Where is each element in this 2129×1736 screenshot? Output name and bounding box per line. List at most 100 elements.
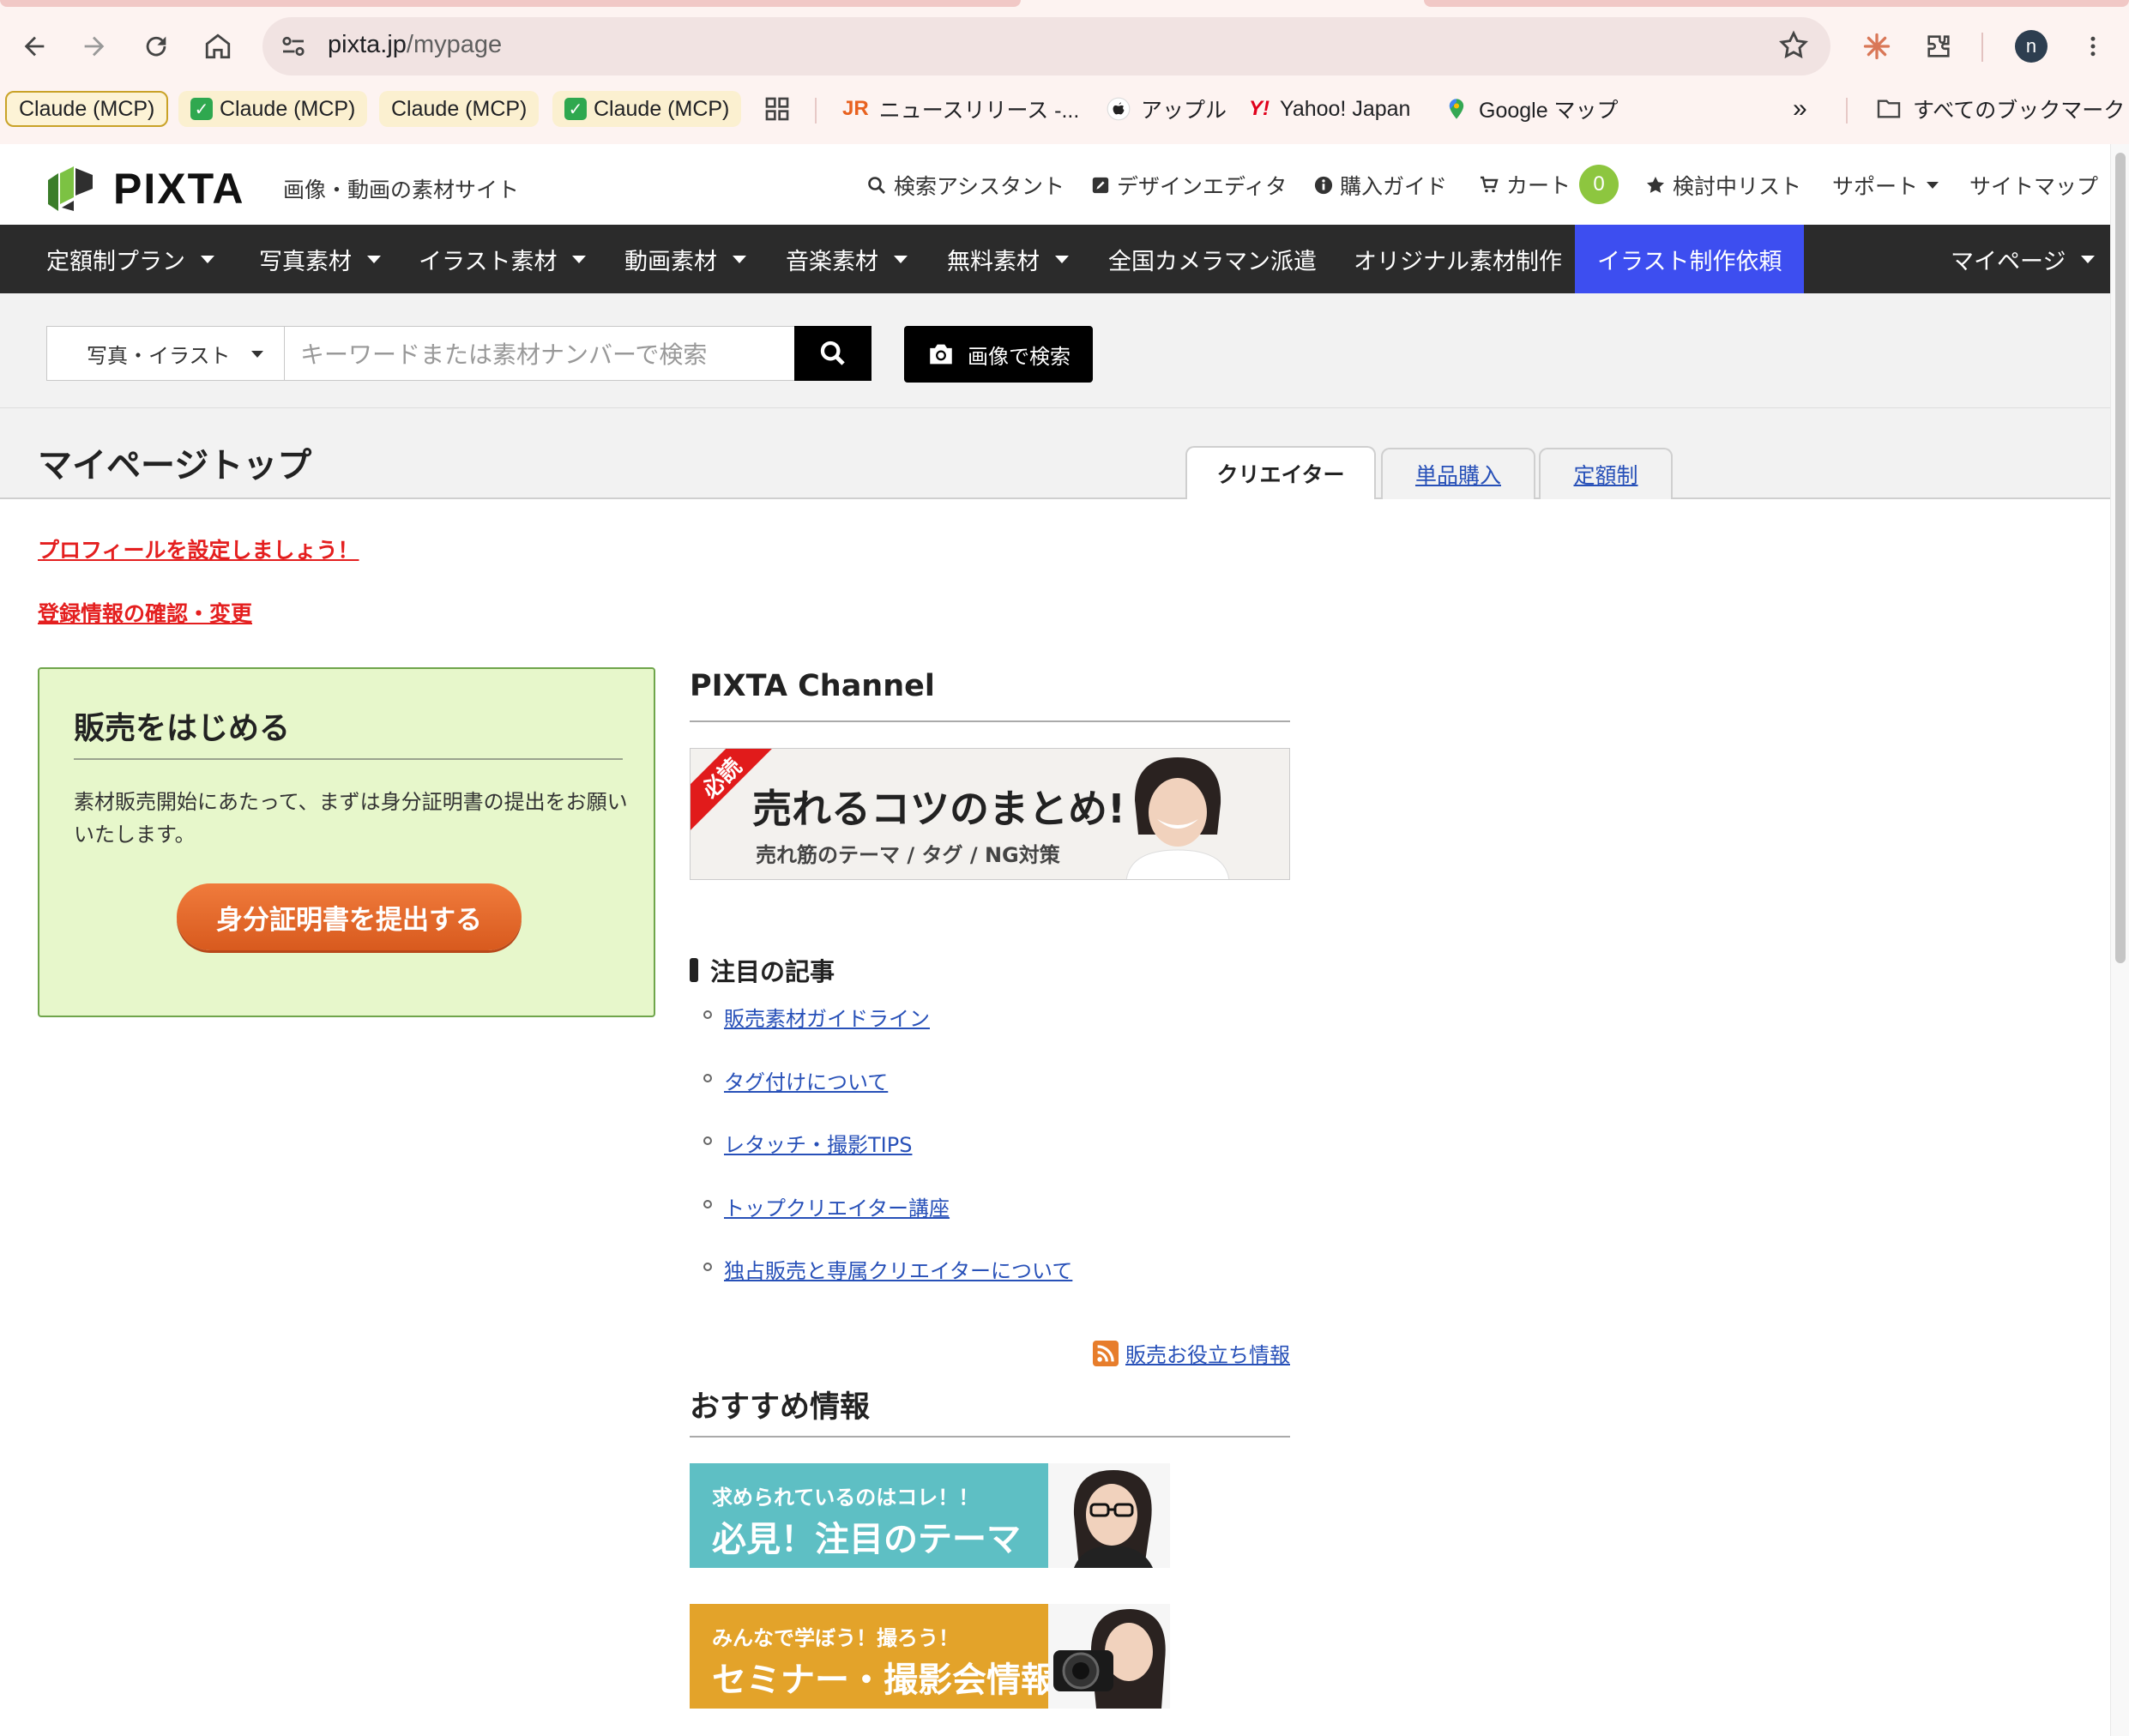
wishlist-link[interactable]: 検討中リスト (1645, 170, 1801, 201)
support-menu[interactable]: サポート (1832, 170, 1939, 201)
nav-subscription-plan[interactable]: 定額制プラン (46, 225, 214, 293)
list-item: トップクリエイター講座 (703, 1191, 1072, 1255)
submit-id-label: 身分証明書を提出する (216, 904, 482, 936)
design-editor-link[interactable]: デザインエディタ (1091, 170, 1287, 201)
search-scope-value: 写真・イラスト (87, 343, 231, 368)
heading-marker (690, 958, 698, 982)
nav-mypage[interactable]: マイページ (1951, 225, 2096, 293)
caret-down-icon (201, 255, 214, 263)
browser-menu-button[interactable] (2074, 27, 2112, 65)
site-header: PIXTA 画像・動画の素材サイト 検索アシスタント デザインエディタ 購入ガイ… (0, 144, 2110, 225)
bookmark-claude-mcp-2[interactable]: ✓ Claude (MCP) (178, 91, 368, 127)
claude-extension-button[interactable] (1858, 27, 1896, 65)
nav-free[interactable]: 無料素材 (947, 225, 1069, 293)
bullet-icon (703, 1199, 712, 1209)
forward-button[interactable] (75, 27, 113, 65)
nav-photos[interactable]: 写真素材 (259, 225, 381, 293)
woman-photo-icon (1125, 757, 1230, 879)
back-button[interactable] (15, 27, 53, 65)
bookmark-jr-news[interactable]: JR ニュースリリース -... (842, 91, 1079, 127)
home-button[interactable] (199, 27, 237, 65)
nav-music[interactable]: 音楽素材 (786, 225, 908, 293)
extensions-button[interactable] (1920, 27, 1957, 65)
featured-articles-list: 販売素材ガイドライン タグ付けについて レタッチ・撮影TIPS トップクリエイタ… (703, 1002, 1072, 1317)
submit-id-button[interactable]: 身分証明書を提出する (177, 883, 522, 950)
search-button[interactable] (794, 326, 872, 381)
url-path: /mypage (406, 31, 503, 58)
list-item: 独占販売と専属クリエイターについて (703, 1254, 1072, 1317)
scrollbar-thumb[interactable] (2115, 153, 2126, 963)
account-info-link[interactable]: 登録情報の確認・変更 (38, 597, 252, 628)
search-assistant-link[interactable]: 検索アシスタント (866, 170, 1064, 201)
pixta-logo[interactable]: PIXTA (45, 163, 245, 214)
bookmark-google-maps[interactable]: Google マップ (1444, 91, 1619, 127)
nav-videos[interactable]: 動画素材 (624, 225, 746, 293)
nav-illustrations[interactable]: イラスト素材 (419, 225, 587, 293)
page-scrollbar[interactable] (2110, 144, 2129, 1736)
seminar-info-banner[interactable]: みんなで学ぼう！撮ろう！ セミナー・撮影会情報 (690, 1604, 1170, 1709)
cart-link[interactable]: カート 0 (1479, 165, 1619, 204)
bullet-icon (703, 1263, 712, 1271)
design-editor-label: デザインエディタ (1117, 174, 1288, 199)
bookmark-claude-mcp-4[interactable]: ✓ Claude (MCP) (552, 91, 742, 127)
sitemap-label: サイトマップ (1969, 174, 2099, 199)
more-bookmarks-button[interactable]: » (1793, 91, 1807, 127)
nav-photographer-dispatch[interactable]: 全国カメラマン派遣 (1108, 225, 1317, 293)
bookmark-label: ニュースリリース -... (878, 99, 1080, 123)
image-search-button[interactable]: 画像で検索 (904, 326, 1093, 383)
nav-label: イラスト制作依頼 (1597, 248, 1782, 275)
article-link-guidelines[interactable]: 販売素材ガイドライン (724, 1002, 930, 1032)
apps-button[interactable] (763, 91, 791, 127)
tab-creator[interactable]: クリエイター (1185, 446, 1376, 499)
tab-single-purchase[interactable]: 単品購入 (1381, 448, 1535, 499)
reload-button[interactable] (137, 27, 175, 65)
nav-label: 動画素材 (624, 248, 717, 275)
sitemap-link[interactable]: サイトマップ (1969, 170, 2098, 201)
article-link-retouch-tips[interactable]: レタッチ・撮影TIPS (724, 1128, 912, 1158)
caret-down-icon (2081, 255, 2096, 263)
search-icon (866, 175, 887, 196)
caret-down-icon (367, 255, 381, 263)
list-item: 販売素材ガイドライン (703, 1002, 1072, 1065)
search-input[interactable]: キーワードまたは素材ナンバーで検索 (285, 326, 796, 381)
article-link-tagging[interactable]: タグ付けについて (724, 1065, 888, 1095)
nav-illustration-request[interactable]: イラスト制作依頼 (1575, 225, 1805, 293)
address-bar[interactable]: pixta.jp/mypage (262, 17, 1830, 75)
logo-text: PIXTA (113, 165, 245, 213)
bookmark-star-icon[interactable] (1777, 29, 1810, 62)
info-icon (1314, 176, 1333, 195)
profile-button[interactable]: n (2012, 27, 2050, 65)
article-link-top-creator[interactable]: トップクリエイター講座 (724, 1191, 950, 1221)
article-link-exclusive[interactable]: 独占販売と専属クリエイターについて (724, 1254, 1072, 1284)
rss-link-label: 販売お役立ち情報 (1125, 1343, 1290, 1367)
banner-line1: 求められているのはコレ！！ (712, 1486, 980, 1510)
bookmark-label: Claude (MCP) (19, 96, 155, 121)
bookmark-divider (1846, 98, 1848, 124)
caret-down-icon (733, 255, 746, 263)
tab-subscription[interactable]: 定額制 (1539, 448, 1673, 499)
bookmark-claude-mcp-3[interactable]: Claude (MCP) (379, 91, 540, 127)
search-scope-select[interactable]: 写真・イラスト (46, 326, 285, 381)
woman-glasses-photo-icon (1048, 1463, 1170, 1568)
profile-setup-link[interactable]: プロフィールを設定しましょう！ (38, 533, 359, 564)
site-settings-icon[interactable] (278, 31, 309, 62)
map-pin-icon (1444, 97, 1469, 121)
page-content: PIXTA 画像・動画の素材サイト 検索アシスタント デザインエディタ 購入ガイ… (0, 144, 2110, 1736)
nav-original-production[interactable]: オリジナル素材制作 (1354, 225, 1562, 293)
yahoo-logo-icon: Y! (1249, 97, 1270, 120)
tab-label: 定額制 (1573, 463, 1638, 488)
bookmark-apple[interactable]: アップル (1107, 91, 1227, 127)
bookmark-yahoo[interactable]: Y! Yahoo! Japan (1249, 91, 1410, 127)
star-icon (1645, 175, 1666, 196)
bookmark-claude-mcp-1[interactable]: Claude (MCP) (5, 91, 169, 127)
sales-tips-rss-link[interactable]: 販売お役立ち情報 (1093, 1338, 1290, 1368)
purchase-guide-link[interactable]: 購入ガイド (1314, 170, 1447, 201)
apple-logo-icon (1107, 97, 1131, 121)
banner-line1: みんなで学ぼう！撮ろう！ (712, 1626, 959, 1650)
nav-label: イラスト素材 (419, 248, 558, 275)
all-bookmarks-folder[interactable]: すべてのブックマーク (1875, 91, 2125, 127)
nav-label: マイページ (1951, 248, 2066, 275)
pixta-logo-icon (48, 166, 93, 211)
hot-themes-banner[interactable]: 求められているのはコレ！！ 必見！注目のテーマ (690, 1463, 1170, 1568)
sales-tips-banner[interactable]: 必読 売れるコツのまとめ! 売れ筋のテーマ / タグ / NG対策 (690, 748, 1290, 880)
